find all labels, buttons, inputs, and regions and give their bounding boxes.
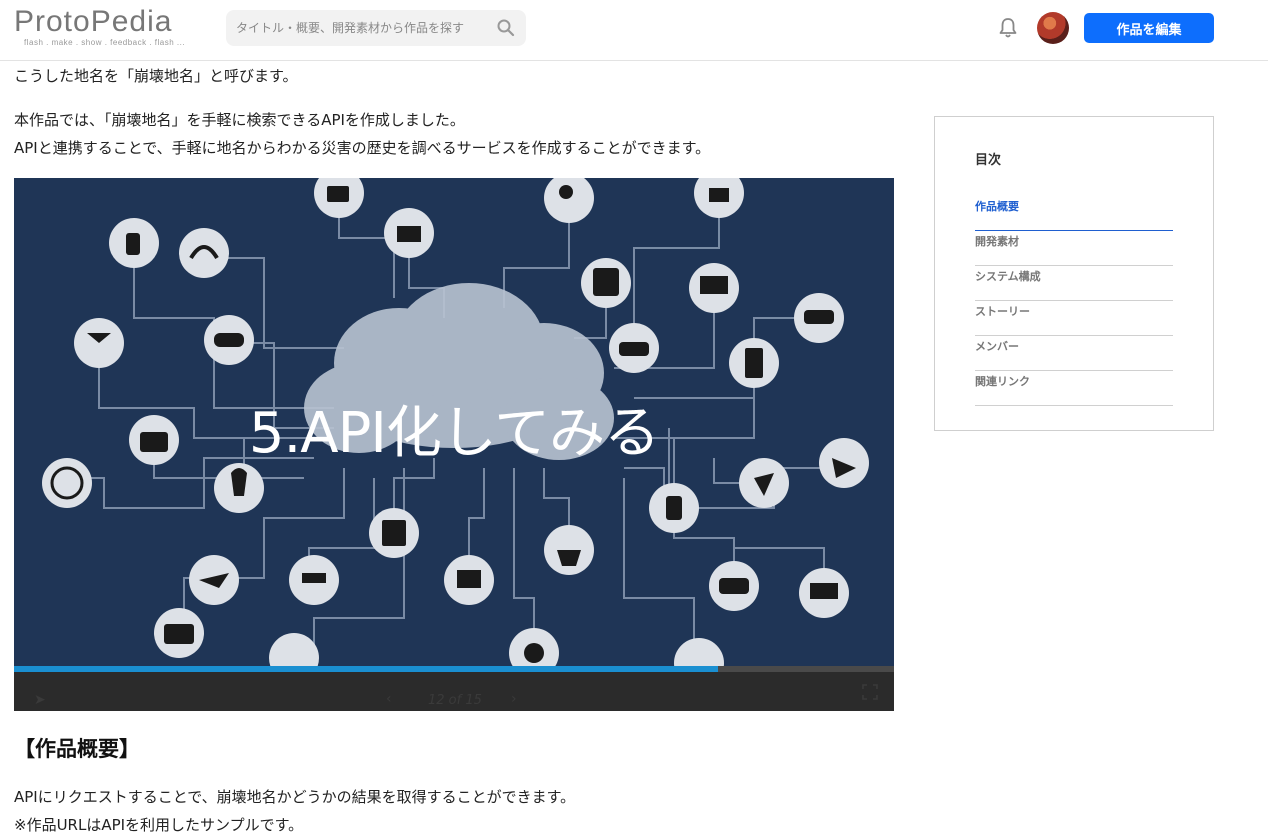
slide-controls: ➤ ‹ 12 of 15 › [14, 672, 894, 711]
protopedia-logo[interactable]: ProtoPedia flash . make . show . feedbac… [14, 5, 186, 48]
toc-item-overview[interactable]: 作品概要 [975, 196, 1173, 231]
search-icon[interactable] [496, 18, 516, 38]
slideshow[interactable]: 5.API化してみる ➤ ‹ 12 of 15 › [14, 178, 894, 711]
logo-tagline: flash . make . show . feedback . flash .… [24, 38, 186, 47]
logo-text: ProtoPedia [14, 5, 173, 38]
table-of-contents: 目次 作品概要 開発素材 システム構成 ストーリー メンバー 関連リンク [934, 116, 1214, 431]
bell-icon[interactable] [998, 17, 1018, 39]
body-text-line: 本作品では、「崩壊地名」を手軽に検索できるAPIを作成しました。 [14, 111, 465, 129]
body-text-line: こうした地名を「崩壊地名」と呼びます。 [14, 67, 298, 85]
next-slide-icon[interactable]: › [511, 691, 517, 707]
toc-item-system[interactable]: システム構成 [975, 266, 1173, 301]
prev-slide-icon[interactable]: ‹ [386, 691, 392, 707]
toc-item-members[interactable]: メンバー [975, 336, 1173, 371]
slide-counter: 12 of 15 [428, 693, 482, 708]
search-box [226, 10, 526, 46]
search-input[interactable] [236, 10, 486, 46]
edit-project-button[interactable]: 作品を編集 [1084, 13, 1214, 43]
body-text-line: ※作品URLはAPIを利用したサンプルです。 [14, 816, 304, 834]
site-header: ProtoPedia flash . make . show . feedbac… [0, 0, 1268, 61]
share-icon[interactable]: ➤ [34, 692, 46, 708]
body-text-line: APIにリクエストすることで、崩壊地名かどうかの結果を取得することができます。 [14, 788, 576, 806]
toc-item-materials[interactable]: 開発素材 [975, 231, 1173, 266]
user-avatar[interactable] [1037, 12, 1069, 44]
body-text-line: APIと連携することで、手軽に地名からわかる災害の歴史を調べるサービスを作成する… [14, 139, 711, 157]
overview-heading: 【作品概要】 [14, 737, 140, 761]
toc-item-story[interactable]: ストーリー [975, 301, 1173, 336]
fullscreen-icon[interactable] [862, 684, 878, 700]
slide-title: 5.API化してみる [248, 401, 660, 466]
toc-item-links[interactable]: 関連リンク [975, 371, 1173, 406]
toc-title: 目次 [975, 153, 1002, 168]
